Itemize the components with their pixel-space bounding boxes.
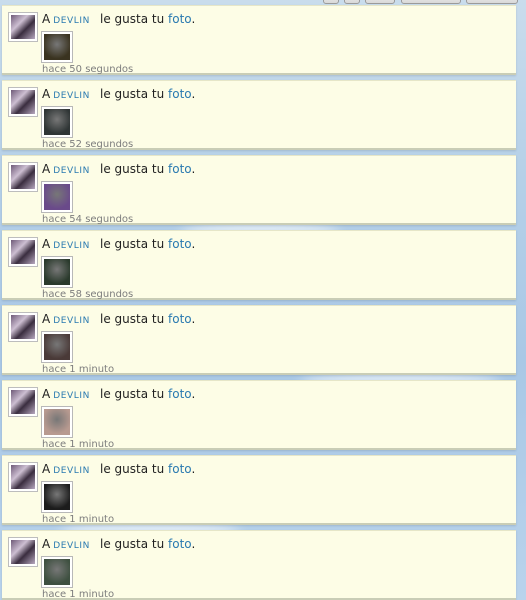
notification-text: A DEVLIN le gusta tu foto.	[42, 12, 195, 26]
photo-thumbnail[interactable]	[42, 407, 72, 437]
notification-item: A DEVLIN le gusta tu foto. hace 58 segundo…	[2, 230, 516, 300]
timestamp: hace 52 segundos	[42, 139, 134, 150]
photo-link[interactable]: foto	[168, 387, 191, 401]
user-avatar[interactable]	[9, 538, 37, 566]
suffix-text: .	[191, 12, 196, 26]
action-text: le gusta tu	[100, 387, 165, 401]
timestamp: hace 1 minuto	[42, 364, 115, 375]
action-text: le gusta tu	[100, 312, 165, 326]
toolbar-button[interactable]	[401, 0, 461, 4]
notification-text: A DEVLIN le gusta tu foto.	[42, 387, 195, 401]
user-link[interactable]: DEVLIN	[53, 316, 90, 326]
photo-thumbnail[interactable]	[42, 32, 72, 62]
photo-link[interactable]: foto	[168, 237, 191, 251]
action-text: le gusta tu	[100, 537, 165, 551]
user-link[interactable]: DEVLIN	[53, 391, 90, 401]
photo-thumbnail[interactable]	[42, 107, 72, 137]
prefix-text: A	[42, 387, 51, 401]
timestamp: hace 50 segundos	[42, 64, 134, 75]
notification-item: A DEVLIN le gusta tu foto. hace 1 minuto	[2, 530, 516, 600]
suffix-text: .	[191, 162, 196, 176]
timestamp: hace 1 minuto	[42, 589, 115, 600]
toolbar-button[interactable]	[323, 0, 339, 4]
photo-thumbnail[interactable]	[42, 557, 72, 587]
prefix-text: A	[42, 87, 51, 101]
notification-text: A DEVLIN le gusta tu foto.	[42, 312, 195, 326]
user-avatar[interactable]	[9, 388, 37, 416]
notification-text: A DEVLIN le gusta tu foto.	[42, 162, 195, 176]
suffix-text: .	[191, 87, 196, 101]
action-text: le gusta tu	[100, 12, 165, 26]
notification-item: A DEVLIN le gusta tu foto. hace 1 minuto	[2, 305, 516, 375]
photo-link[interactable]: foto	[168, 87, 191, 101]
notification-item: A DEVLIN le gusta tu foto. hace 52 segundo…	[2, 80, 516, 150]
suffix-text: .	[191, 312, 196, 326]
notification-text: A DEVLIN le gusta tu foto.	[42, 237, 195, 251]
notification-item: A DEVLIN le gusta tu foto. hace 1 minuto	[2, 380, 516, 450]
action-text: le gusta tu	[100, 237, 165, 251]
timestamp: hace 58 segundos	[42, 289, 134, 300]
user-link[interactable]: DEVLIN	[53, 541, 90, 551]
timestamp: hace 54 segundos	[42, 214, 134, 225]
photo-link[interactable]: foto	[168, 12, 191, 26]
user-link[interactable]: DEVLIN	[53, 466, 90, 476]
suffix-text: .	[191, 387, 196, 401]
photo-thumbnail[interactable]	[42, 332, 72, 362]
notification-item: A DEVLIN le gusta tu foto. hace 1 minuto	[2, 455, 516, 525]
user-avatar[interactable]	[9, 13, 37, 41]
notification-item: A DEVLIN le gusta tu foto. hace 50 segundo…	[2, 5, 516, 75]
photo-thumbnail[interactable]	[42, 482, 72, 512]
photo-link[interactable]: foto	[168, 537, 191, 551]
prefix-text: A	[42, 312, 51, 326]
action-text: le gusta tu	[100, 87, 165, 101]
toolbar-button[interactable]	[365, 0, 395, 4]
prefix-text: A	[42, 162, 51, 176]
photo-link[interactable]: foto	[168, 462, 191, 476]
timestamp: hace 1 minuto	[42, 439, 115, 450]
user-avatar[interactable]	[9, 88, 37, 116]
notification-text: A DEVLIN le gusta tu foto.	[42, 537, 195, 551]
timestamp: hace 1 minuto	[42, 514, 115, 525]
prefix-text: A	[42, 537, 51, 551]
user-link[interactable]: DEVLIN	[53, 91, 90, 101]
user-avatar[interactable]	[9, 163, 37, 191]
prefix-text: A	[42, 237, 51, 251]
photo-thumbnail[interactable]	[42, 182, 72, 212]
toolbar-button[interactable]	[466, 0, 518, 4]
user-avatar[interactable]	[9, 238, 37, 266]
suffix-text: .	[191, 462, 196, 476]
notification-item: A DEVLIN le gusta tu foto. hace 54 segundo…	[2, 155, 516, 225]
prefix-text: A	[42, 462, 51, 476]
action-text: le gusta tu	[100, 162, 165, 176]
photo-link[interactable]: foto	[168, 162, 191, 176]
user-avatar[interactable]	[9, 313, 37, 341]
user-link[interactable]: DEVLIN	[53, 166, 90, 176]
action-text: le gusta tu	[100, 462, 165, 476]
toolbar-button[interactable]	[344, 0, 360, 4]
user-link[interactable]: DEVLIN	[53, 241, 90, 251]
photo-thumbnail[interactable]	[42, 257, 72, 287]
user-link[interactable]: DEVLIN	[53, 16, 90, 26]
suffix-text: .	[191, 537, 196, 551]
user-avatar[interactable]	[9, 463, 37, 491]
photo-link[interactable]: foto	[168, 312, 191, 326]
notification-text: A DEVLIN le gusta tu foto.	[42, 87, 195, 101]
suffix-text: .	[191, 237, 196, 251]
notification-text: A DEVLIN le gusta tu foto.	[42, 462, 195, 476]
prefix-text: A	[42, 12, 51, 26]
